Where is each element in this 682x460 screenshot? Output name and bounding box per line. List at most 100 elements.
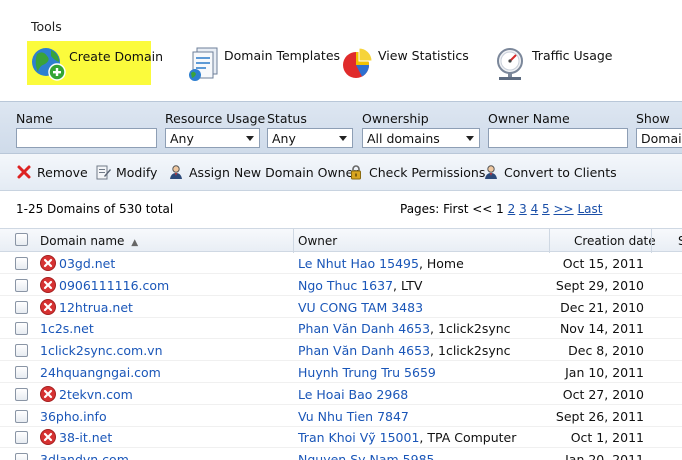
- owner-link[interactable]: Nguyen Sy Nam 5985: [298, 452, 434, 460]
- domain-name-link[interactable]: 36pho.info: [40, 409, 107, 424]
- edit-document-icon: [96, 165, 111, 180]
- ownership-label: Ownership: [362, 111, 429, 126]
- page-5-link[interactable]: 5: [542, 202, 550, 216]
- owner-company: , TPA Computer: [419, 430, 517, 446]
- owner-company: , 1click2sync: [430, 343, 511, 359]
- domain-name-link[interactable]: 38-it.net: [59, 430, 112, 445]
- owner-company: , LTV: [393, 277, 423, 293]
- table-header: Domain name ▲ Owner Creation date S: [0, 228, 682, 253]
- owner-name-input[interactable]: [488, 128, 628, 148]
- page-2-link[interactable]: 2: [508, 202, 516, 216]
- domain-name-link[interactable]: 2tekvn.com: [59, 387, 133, 402]
- filter-bar: Name Resource Usage Any Status Any Owner…: [0, 101, 682, 154]
- owner-cell: Ngo Thuc 1637, LTV: [298, 278, 422, 293]
- owner-cell: Huynh Trung Tru 5659: [298, 365, 436, 380]
- table-row[interactable]: 03gd.net Le Nhut Hao 15495, Home Oct 15, 2…: [0, 252, 682, 274]
- row-checkbox[interactable]: [15, 387, 28, 401]
- resource-usage-select[interactable]: Any: [165, 128, 260, 148]
- resource-usage-value: Any: [170, 131, 194, 146]
- user-icon: [170, 165, 182, 179]
- traffic-usage-label: Traffic Usage: [532, 48, 613, 63]
- row-checkbox[interactable]: [15, 431, 28, 445]
- show-label: Show: [636, 111, 670, 126]
- owner-link[interactable]: Phan Văn Danh 4653: [298, 343, 430, 358]
- creation-date: Nov 14, 2011: [559, 321, 644, 337]
- chevron-down-icon: [246, 136, 254, 141]
- owner-cell: Phan Văn Danh 4653, 1click2sync: [298, 343, 511, 358]
- row-checkbox[interactable]: [15, 278, 28, 292]
- domain-name-link[interactable]: 24hquangngai.com: [40, 365, 161, 380]
- table-row[interactable]: 0906111116.com Ngo Thuc 1637, LTV Sept 29,…: [0, 274, 682, 296]
- extra-header[interactable]: S: [678, 234, 682, 248]
- templates-icon: [189, 47, 218, 81]
- domain-name-link[interactable]: 1c2s.net: [40, 321, 94, 336]
- select-all-checkbox[interactable]: [15, 233, 28, 246]
- create-domain-button[interactable]: Create Domain: [27, 41, 163, 85]
- domain-name-link[interactable]: 0906111116.com: [59, 278, 169, 293]
- owner-cell: Vu Nhu Tien 7847: [298, 409, 409, 424]
- row-checkbox[interactable]: [15, 344, 28, 358]
- creation-date: Dec 8, 2010: [568, 343, 644, 359]
- create-domain-label: Create Domain: [69, 49, 164, 64]
- table-row[interactable]: 36pho.info Vu Nhu Tien 7847 Sept 26, 2011: [0, 405, 682, 427]
- owner-company: , Home: [418, 256, 464, 271]
- row-checkbox[interactable]: [15, 453, 28, 460]
- status-select[interactable]: Any: [267, 128, 353, 148]
- owner-header[interactable]: Owner: [298, 234, 337, 248]
- row-checkbox[interactable]: [15, 366, 28, 379]
- owner-company: , 1click2sync: [430, 321, 511, 337]
- owner-cell: Phan Văn Danh 4653, 1click2sync: [298, 321, 511, 336]
- table-row[interactable]: 3dlandvn.com Nguyen Sy Nam 5985 Jan 20, 20…: [0, 448, 682, 460]
- domain-name-link[interactable]: 1click2sync.com.vn: [40, 343, 163, 358]
- creation-date: Oct 27, 2010: [562, 386, 644, 402]
- domain-name-link[interactable]: 12htrua.net: [59, 300, 133, 315]
- domain-templates-label: Domain Templates: [224, 48, 341, 63]
- table-row[interactable]: 1click2sync.com.vn Phan Văn Danh 4653, 1c…: [0, 339, 682, 362]
- row-checkbox[interactable]: [15, 409, 28, 423]
- show-value: Domain: [641, 131, 682, 146]
- show-select[interactable]: Domain: [636, 128, 682, 148]
- ownership-select[interactable]: All domains: [362, 128, 480, 148]
- globe-add-icon: [32, 48, 66, 81]
- pie-chart-icon: [343, 47, 373, 78]
- tools-title: Tools: [31, 19, 62, 34]
- chevron-down-icon: [466, 136, 474, 141]
- creation-date: Sept 26, 2011: [555, 408, 644, 424]
- owner-link[interactable]: Tran Khoi Vỹ 15001: [298, 430, 419, 445]
- owner-link[interactable]: Vu Nhu Tien 7847: [298, 409, 409, 424]
- error-icon: [40, 276, 56, 293]
- owner-link[interactable]: Ngo Thuc 1637: [298, 278, 393, 293]
- table-row[interactable]: 2tekvn.com Le Hoai Bao 2968 Oct 27, 2010: [0, 383, 682, 405]
- owner-link[interactable]: Le Nhut Hao 15495: [298, 256, 419, 271]
- status-value: Any: [272, 131, 296, 146]
- last-page-link[interactable]: Last: [577, 202, 602, 216]
- creation-date-header[interactable]: Creation date: [574, 234, 656, 248]
- row-checkbox[interactable]: [15, 322, 28, 336]
- creation-date: Dec 21, 2010: [560, 299, 644, 315]
- table-row[interactable]: 24hquangngai.com Huynh Trung Tru 5659 Jan …: [0, 361, 682, 383]
- table-row[interactable]: 38-it.net Tran Khoi Vỹ 15001, TPA Compute…: [0, 426, 682, 449]
- owner-cell: VU CONG TAM 3483: [298, 300, 423, 315]
- table-row[interactable]: 1c2s.net Phan Văn Danh 4653, 1click2sync N…: [0, 317, 682, 340]
- creation-date: Oct 15, 2011: [562, 256, 644, 271]
- tools-panel: Tools Create Domain Domain Templates Vie…: [0, 0, 682, 101]
- owner-link[interactable]: VU CONG TAM 3483: [298, 300, 423, 315]
- row-checkbox[interactable]: [15, 300, 28, 314]
- row-checkbox[interactable]: [15, 257, 28, 270]
- remove-x-icon: [17, 165, 31, 179]
- gauge-icon: [497, 48, 523, 80]
- owner-link[interactable]: Phan Văn Danh 4653: [298, 321, 430, 336]
- table-row[interactable]: 12htrua.net VU CONG TAM 3483 Dec 21, 2010: [0, 296, 682, 318]
- name-filter-input[interactable]: [16, 128, 157, 148]
- user-icon: [485, 165, 497, 179]
- next-page-link[interactable]: >>: [554, 202, 574, 216]
- owner-link[interactable]: Le Hoai Bao 2968: [298, 387, 408, 402]
- page-3-link[interactable]: 3: [519, 202, 527, 216]
- page-4-link[interactable]: 4: [531, 202, 539, 216]
- owner-link[interactable]: Huynh Trung Tru 5659: [298, 365, 436, 380]
- domain-name-header[interactable]: Domain name ▲: [40, 234, 138, 248]
- resource-usage-label: Resource Usage: [165, 111, 266, 126]
- domain-name-link[interactable]: 03gd.net: [59, 256, 115, 271]
- action-toolbar: Remove Modify Assign New Domain Owner Ch…: [0, 154, 682, 191]
- domain-name-link[interactable]: 3dlandvn.com: [40, 452, 129, 460]
